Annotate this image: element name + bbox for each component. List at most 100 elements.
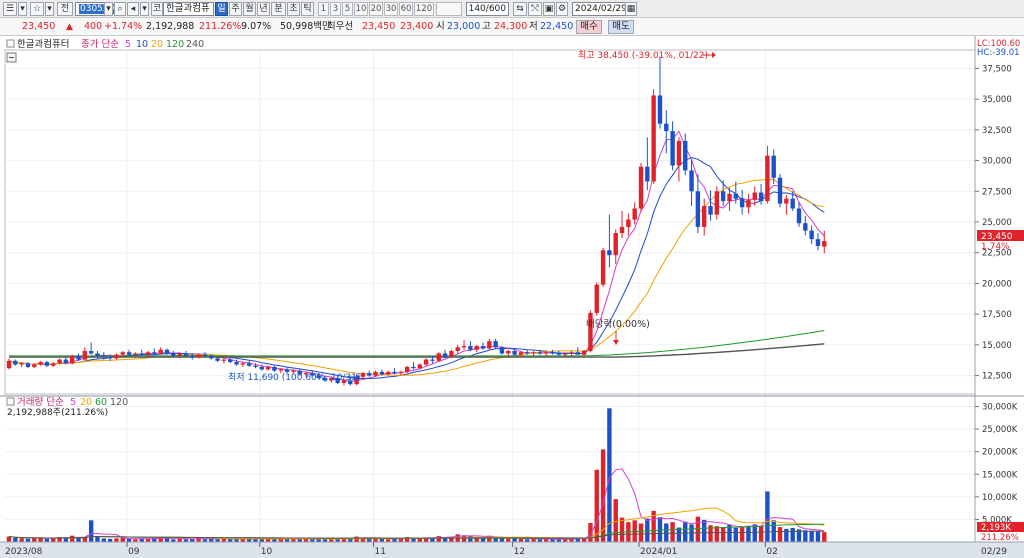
- data-count-input[interactable]: 140/600: [466, 2, 509, 16]
- candlestick: [594, 282, 599, 316]
- candle-body: [284, 369, 290, 372]
- high-price: 24,300: [494, 21, 528, 32]
- calendar-icon[interactable]: ▦: [625, 2, 637, 16]
- menu-icon[interactable]: ☰: [3, 2, 17, 16]
- current-price: 23,450: [22, 21, 56, 32]
- interval-120-button[interactable]: 120: [414, 2, 434, 16]
- candle-body: [202, 354, 208, 356]
- candle-body: [19, 363, 24, 365]
- candlestick: [600, 247, 606, 288]
- candle-body: [480, 346, 486, 349]
- save-icon[interactable]: ▣: [543, 2, 555, 16]
- sell-button[interactable]: 매도: [608, 20, 634, 34]
- interval-10-button[interactable]: 10: [354, 2, 368, 16]
- high-annotation: 최고 38,450 (-39.01%, 01/22): [578, 50, 708, 61]
- tab-period-tick[interactable]: 틱: [301, 2, 314, 16]
- candle-body: [44, 362, 50, 366]
- candle-body: [796, 208, 802, 224]
- chevron-down-icon[interactable]: ▾: [18, 2, 27, 16]
- candle-body: [76, 355, 81, 360]
- candlestick: [449, 349, 454, 359]
- legend-ma-10: 10: [136, 39, 148, 50]
- volume-bar: [664, 523, 669, 542]
- candle-body: [240, 363, 246, 365]
- candle-body: [253, 365, 258, 367]
- compare-icon[interactable]: ⤲: [528, 2, 542, 16]
- interval-3-button[interactable]: 3: [330, 2, 341, 16]
- sync-icon[interactable]: ⇆: [513, 2, 527, 16]
- open-label: 시: [436, 21, 445, 32]
- interval-5-button[interactable]: 5: [342, 2, 353, 16]
- price-tick-label: 27,500: [982, 187, 1012, 197]
- candle-body: [493, 341, 498, 348]
- candle-body: [506, 351, 511, 354]
- candle-body: [575, 352, 580, 355]
- volume-legend-label: 거래량 단순: [17, 396, 64, 408]
- search-icon[interactable]: ⌕: [114, 2, 126, 16]
- candle-body: [632, 208, 637, 220]
- best-quote-label: 최우선: [327, 21, 354, 32]
- interval-30-button[interactable]: 30: [384, 2, 398, 16]
- interval-custom-input[interactable]: [436, 2, 462, 16]
- candle-body: [436, 353, 441, 361]
- tab-period-month[interactable]: 월: [243, 2, 256, 16]
- candle-body: [221, 359, 227, 361]
- candle-body: [468, 346, 473, 350]
- candle-body: [607, 250, 612, 256]
- stock-name-field[interactable]: 한글과컴퓨: [163, 2, 214, 16]
- candle-body: [683, 140, 688, 171]
- volume-bar: [114, 538, 119, 542]
- stock-code-input[interactable]: 030520: [75, 2, 116, 16]
- volume-tick-label: 20,000K: [982, 448, 1018, 458]
- candle-body: [676, 140, 682, 166]
- legend-ma-240: 240: [186, 39, 204, 50]
- code-dropdown-icon[interactable]: ▾: [104, 2, 113, 16]
- buy-button[interactable]: 매수: [576, 20, 602, 34]
- volume-bar: [720, 527, 726, 542]
- tab-period-day[interactable]: 일: [215, 2, 228, 16]
- tab-period-year[interactable]: 년: [257, 2, 270, 16]
- legend-ma-20: 20: [151, 39, 163, 50]
- candle-body: [619, 226, 625, 234]
- ask-price: 23,450: [362, 21, 396, 32]
- candle-body: [209, 355, 214, 359]
- interval-1-button[interactable]: 1: [318, 2, 329, 16]
- tab-period-week[interactable]: 주: [229, 2, 242, 16]
- chart-background: [0, 36, 1024, 558]
- volume-bar: [6, 536, 12, 542]
- chevron-down-icon[interactable]: ▾: [45, 2, 54, 16]
- settings-icon[interactable]: ⚙: [556, 2, 568, 16]
- candle-body: [392, 371, 397, 374]
- candle-body: [645, 166, 650, 182]
- tab-period-minute[interactable]: 분: [271, 2, 286, 16]
- candle-body: [386, 371, 391, 375]
- price-change: 400: [84, 21, 103, 32]
- volume-tick-label: 10,000K: [982, 493, 1018, 503]
- candle-body: [544, 352, 549, 354]
- candle-body: [13, 360, 18, 365]
- interval-20-button[interactable]: 20: [369, 2, 383, 16]
- candle-body: [246, 363, 252, 366]
- candle-body: [70, 355, 75, 364]
- legend-stock-name: 한글과컴퓨터: [17, 38, 69, 50]
- interval-60-button[interactable]: 60: [399, 2, 413, 16]
- volume-bar: [512, 538, 517, 542]
- chevron-down-icon[interactable]: ▾: [140, 2, 149, 16]
- date-tick-label: 2023/08: [5, 547, 43, 557]
- toolbar: ☰ ▾ ☆ ▾ 전 030520 ▾ ⌕ ◂ ▾ 코 한글과컴퓨 일 주 월 년…: [0, 0, 1024, 18]
- candle-body: [822, 241, 827, 247]
- candlestick: [777, 174, 783, 208]
- chart-area[interactable]: 한글과컴퓨터 종가 단순 5 10 20 120 240 LC:100.60 H…: [0, 36, 1024, 558]
- volume-value: 2,192,988: [146, 21, 195, 32]
- candle-body: [455, 347, 460, 351]
- candle-body: [809, 230, 814, 240]
- candle-body: [25, 363, 31, 367]
- tab-period-second[interactable]: 초: [287, 2, 300, 16]
- star-icon[interactable]: ☆: [30, 2, 44, 16]
- date-input[interactable]: 2024/02/29: [572, 2, 627, 16]
- speaker-icon[interactable]: ◂: [127, 2, 139, 16]
- market-select[interactable]: 전: [57, 2, 73, 16]
- low-label: 저: [529, 21, 538, 32]
- volume-bar: [683, 521, 688, 542]
- candlestick: [499, 346, 505, 355]
